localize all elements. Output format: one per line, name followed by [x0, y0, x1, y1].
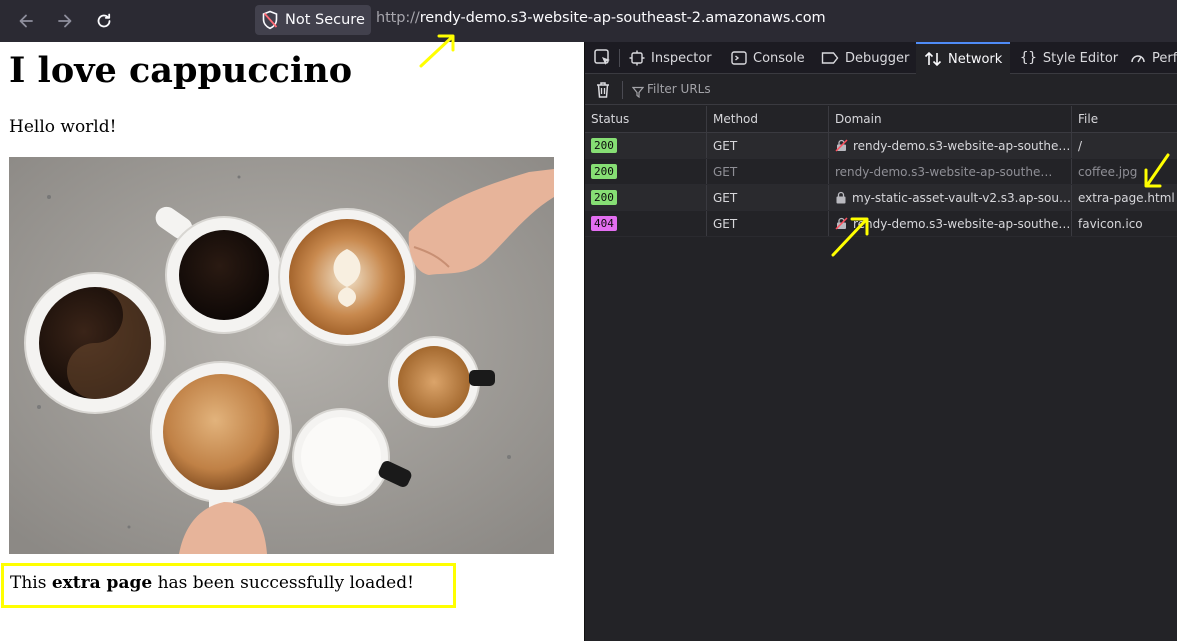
domain-text: rendy-demo.s3-website-ap-southeas... — [853, 216, 1071, 231]
status-badge: 200 — [591, 138, 617, 153]
console-icon — [731, 50, 747, 66]
tab-performance[interactable]: Perf — [1130, 42, 1177, 74]
tab-debugger[interactable]: Debugger — [821, 42, 909, 74]
column-header-status[interactable]: Status — [585, 106, 707, 132]
arrow-left-icon — [19, 14, 33, 28]
column-header-domain[interactable]: Domain — [829, 106, 1072, 132]
table-row[interactable]: 200 GET my-static-asset-vault-v2.s3.ap-s… — [585, 185, 1177, 211]
status-badge: 404 — [591, 216, 617, 231]
arrow-right-icon — [58, 14, 72, 28]
tab-performance-label: Perf — [1152, 50, 1177, 66]
style-editor-icon: {} — [1020, 50, 1037, 66]
tab-console-label: Console — [753, 50, 805, 66]
table-row[interactable]: 404 GET rendy-demo.s3-website-ap-southea… — [585, 211, 1177, 237]
extra-prefix: This — [10, 573, 52, 593]
status-badge: 200 — [591, 190, 617, 205]
filter-separator — [622, 81, 623, 99]
method-cell: GET — [707, 211, 829, 236]
extra-page-message: This extra page has been successfully lo… — [1, 563, 456, 608]
element-picker-button[interactable] — [593, 48, 613, 68]
tab-style-editor[interactable]: {} Style Editor — [1020, 42, 1118, 74]
method-cell: GET — [707, 159, 829, 184]
extra-suffix: has been successfully loaded! — [152, 573, 414, 593]
status-cell: 404 — [585, 211, 707, 236]
network-table: Status Method Domain File 200 GET rendy-… — [585, 106, 1177, 237]
reload-icon — [97, 13, 111, 28]
table-row[interactable]: 200 GET rendy-demo.s3-website-ap-southea… — [585, 159, 1177, 185]
extra-bold: extra page — [51, 573, 153, 593]
filter-icon — [631, 83, 645, 102]
tab-console[interactable]: Console — [731, 42, 805, 74]
tab-network-label: Network — [948, 51, 1003, 67]
status-cell: 200 — [585, 133, 707, 158]
method-cell: GET — [707, 185, 829, 210]
domain-text: rendy-demo.s3-website-ap-southeast-2.... — [835, 164, 1055, 179]
column-header-file[interactable]: File — [1072, 106, 1177, 132]
devtools-tabbar: Inspector Console Debugger Network {} St… — [585, 42, 1177, 74]
devtools-panel: Inspector Console Debugger Network {} St… — [584, 42, 1177, 641]
annotation-arrow-file — [1144, 153, 1170, 188]
domain-cell: rendy-demo.s3-website-ap-southeas... — [829, 133, 1072, 158]
domain-text: my-static-asset-vault-v2.s3.ap-south... — [852, 190, 1071, 205]
web-page: I love cappuccino Hello world! This extr… — [0, 42, 584, 641]
performance-icon — [1130, 50, 1146, 66]
table-row[interactable]: 200 GET rendy-demo.s3-website-ap-southea… — [585, 133, 1177, 159]
file-cell: favicon.ico — [1078, 216, 1143, 231]
reload-button[interactable] — [91, 8, 117, 34]
greeting-text: Hello world! — [9, 117, 117, 137]
status-cell: 200 — [585, 185, 707, 210]
page-title: I love cappuccino — [9, 50, 353, 91]
status-cell: 200 — [585, 159, 707, 184]
shield-warning-icon — [262, 10, 278, 30]
tab-inspector-label: Inspector — [651, 50, 712, 66]
network-icon — [924, 51, 942, 67]
insecure-icon — [835, 139, 848, 152]
network-filterbar: Filter URLs — [585, 74, 1177, 105]
security-label: Not Secure — [285, 12, 365, 28]
domain-cell: my-static-asset-vault-v2.s3.ap-south... — [829, 185, 1072, 210]
method-cell: GET — [707, 133, 829, 158]
inspector-icon — [629, 50, 645, 66]
clear-button[interactable] — [595, 81, 611, 103]
annotation-arrow-url — [419, 34, 455, 68]
url-host: rendy-demo.s3-website-ap-southeast-2.ama… — [419, 10, 826, 26]
column-header-method[interactable]: Method — [707, 106, 829, 132]
annotation-arrow-domain — [831, 217, 869, 257]
lock-icon — [835, 191, 847, 204]
url-scheme: http:// — [376, 10, 420, 26]
domain-text: rendy-demo.s3-website-ap-southeas... — [853, 138, 1071, 153]
site-security-button[interactable]: Not Secure — [255, 5, 371, 35]
domain-cell: rendy-demo.s3-website-ap-southeast-2.... — [829, 159, 1072, 184]
back-button[interactable] — [13, 8, 39, 34]
tab-inspector[interactable]: Inspector — [629, 42, 712, 74]
forward-button[interactable] — [52, 8, 78, 34]
table-header: Status Method Domain File — [585, 106, 1177, 133]
tab-debugger-label: Debugger — [845, 50, 910, 66]
trash-icon — [597, 82, 609, 98]
url-bar[interactable]: http://rendy-demo.s3-website-ap-southeas… — [376, 10, 826, 26]
coffee-photo — [9, 157, 554, 554]
filter-urls-input[interactable]: Filter URLs — [647, 82, 711, 96]
debugger-icon — [821, 50, 839, 66]
status-badge: 200 — [591, 164, 617, 179]
tab-style-editor-label: Style Editor — [1042, 50, 1119, 66]
picker-icon — [594, 49, 610, 65]
browser-toolbar: Not Secure http://rendy-demo.s3-website-… — [0, 0, 1177, 42]
tab-separator — [619, 49, 620, 67]
tab-network[interactable]: Network — [916, 42, 1011, 74]
